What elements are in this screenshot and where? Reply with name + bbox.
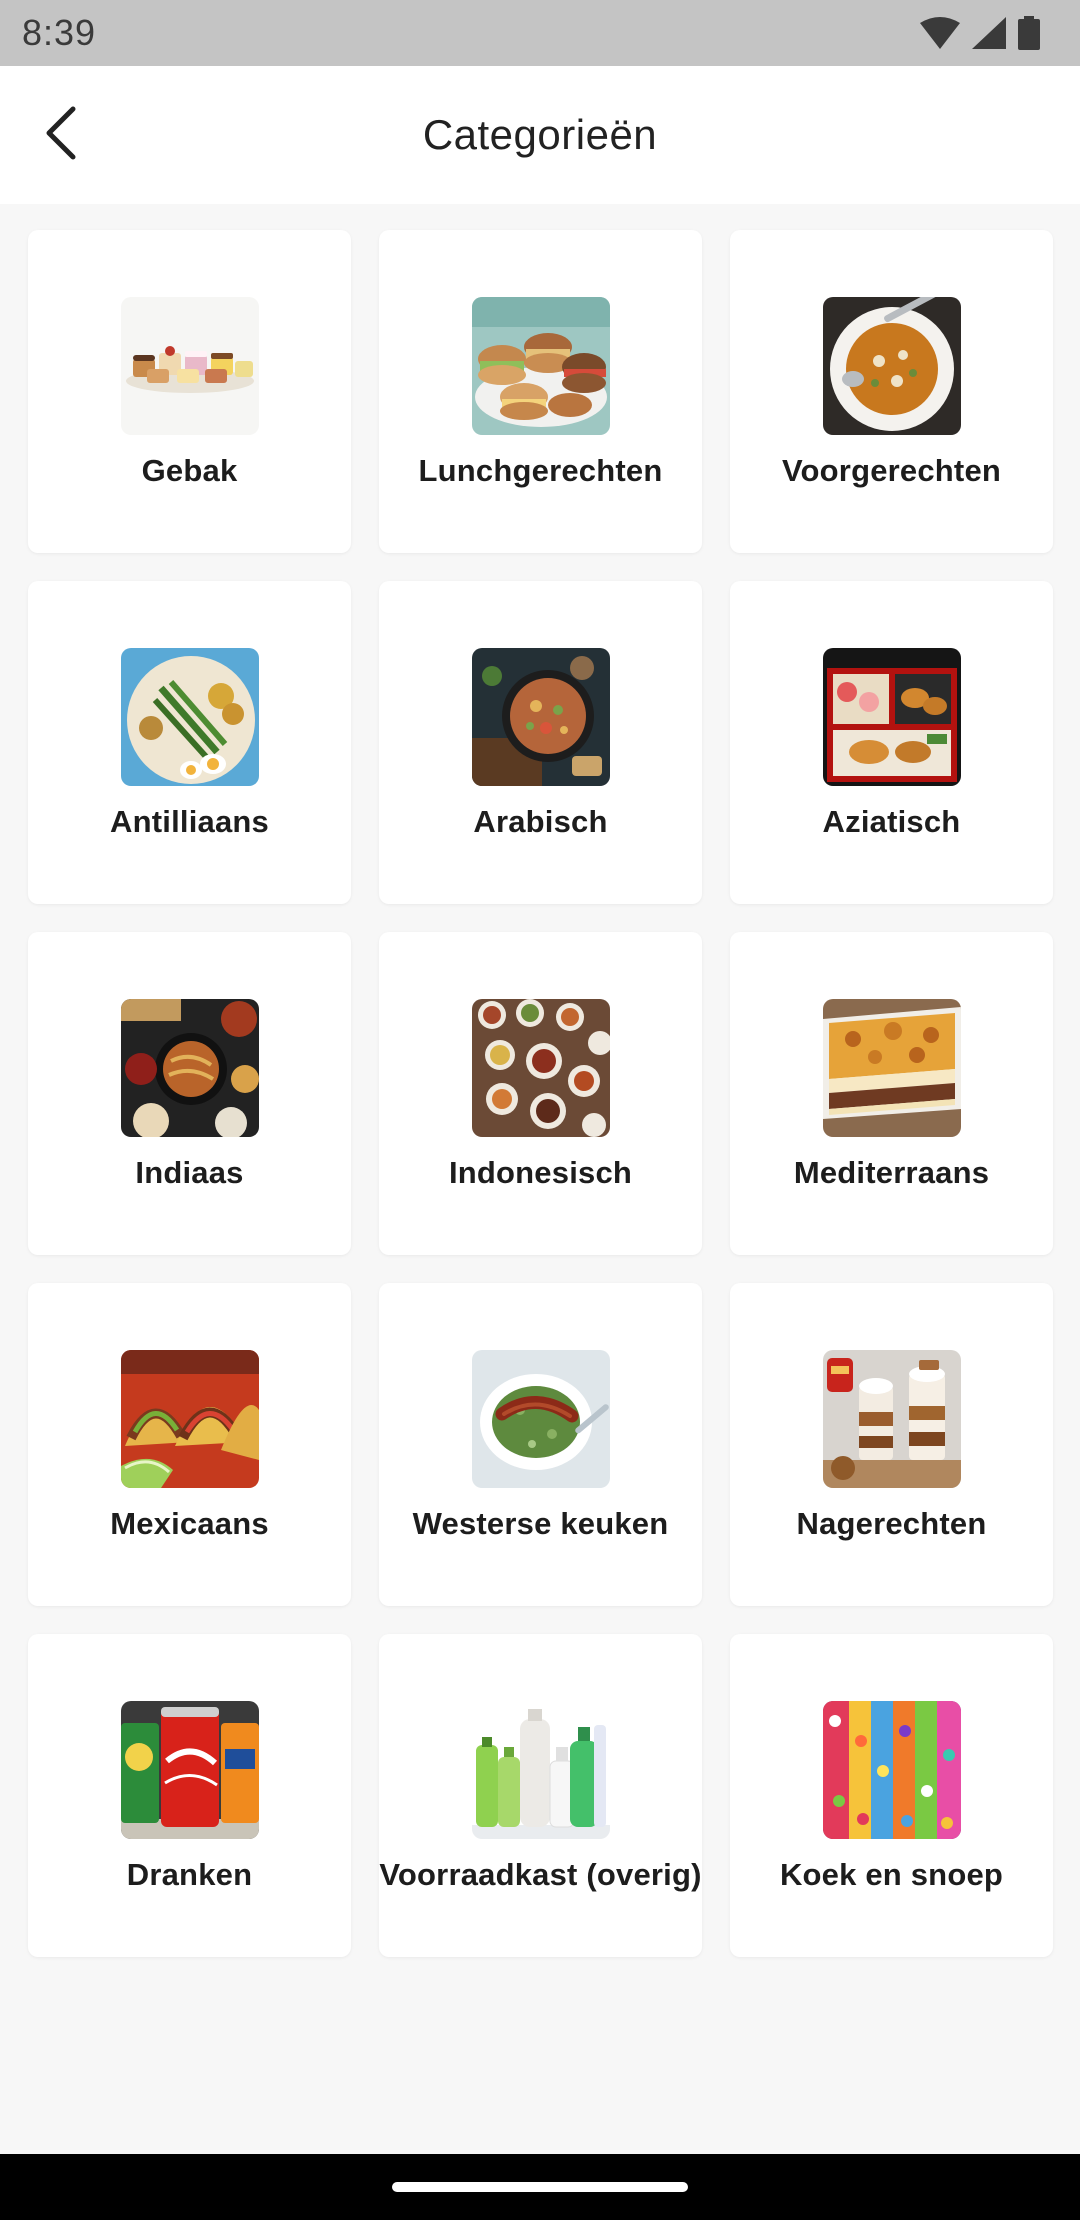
indian-dishes-photo	[120, 999, 259, 1137]
pantry-bottles-photo	[471, 1701, 610, 1839]
category-label: Arabisch	[473, 804, 608, 839]
category-card-aziatisch[interactable]: Aziatisch	[730, 581, 1053, 904]
category-card-arabisch[interactable]: Arabisch	[379, 581, 702, 904]
category-label: Dranken	[126, 1857, 253, 1892]
category-label: Voorraadkast (overig)	[379, 1857, 702, 1892]
category-card-antilliaans[interactable]: Antilliaans	[28, 581, 351, 904]
category-label: Westerse keuken	[412, 1506, 669, 1541]
system-navigation-bar	[0, 2154, 1080, 2220]
category-card-voorgerechten[interactable]: Voorgerechten	[730, 230, 1053, 553]
tacos-photo	[120, 1350, 259, 1488]
lunch-sandwiches-photo	[471, 297, 610, 435]
wifi-icon	[920, 17, 960, 49]
category-card-lunchgerechten[interactable]: Lunchgerechten	[379, 230, 702, 553]
arrow-back-icon	[41, 105, 81, 166]
category-card-koek-en-snoep[interactable]: Koek en snoep	[730, 1634, 1053, 1957]
status-bar: 8:39	[0, 0, 1080, 66]
category-grid: Gebak Lunchgerechten Voorgerechten Antil…	[28, 230, 1053, 1957]
category-label: Koek en snoep	[779, 1857, 1004, 1892]
dessert-glasses-photo	[822, 1350, 961, 1488]
pastry-photo	[120, 297, 259, 435]
category-label: Nagerechten	[796, 1506, 987, 1541]
battery-icon	[1018, 16, 1040, 50]
category-label: Indonesisch	[448, 1155, 633, 1190]
category-label: Voorgerechten	[781, 453, 1002, 488]
cellular-signal-icon	[972, 17, 1006, 49]
candy-photo	[822, 1701, 961, 1839]
category-card-mediterraans[interactable]: Mediterraans	[730, 932, 1053, 1255]
category-label: Gebak	[141, 453, 238, 488]
antillean-dish-photo	[120, 648, 259, 786]
arabic-dish-photo	[471, 648, 610, 786]
home-indicator[interactable]	[392, 2182, 688, 2192]
category-label: Lunchgerechten	[418, 453, 663, 488]
indonesian-rijsttafel-photo	[471, 999, 610, 1137]
asian-bento-photo	[822, 648, 961, 786]
category-card-indiaas[interactable]: Indiaas	[28, 932, 351, 1255]
page-title: Categorieën	[422, 111, 658, 158]
app-bar: Categorieën	[0, 66, 1080, 204]
category-label: Mediterraans	[793, 1155, 990, 1190]
soda-cans-photo	[120, 1701, 259, 1839]
category-label: Mexicaans	[110, 1506, 269, 1541]
category-card-mexicaans[interactable]: Mexicaans	[28, 1283, 351, 1606]
category-label: Aziatisch	[822, 804, 961, 839]
category-card-nagerechten[interactable]: Nagerechten	[730, 1283, 1053, 1606]
category-card-westerse-keuken[interactable]: Westerse keuken	[379, 1283, 702, 1606]
moussaka-photo	[822, 999, 961, 1137]
category-label: Antilliaans	[110, 804, 269, 839]
soup-photo	[822, 297, 961, 435]
category-card-gebak[interactable]: Gebak	[28, 230, 351, 553]
status-time: 8:39	[22, 12, 97, 53]
category-label: Indiaas	[135, 1155, 244, 1190]
status-icons	[920, 16, 1040, 50]
back-button[interactable]	[26, 100, 96, 170]
category-card-dranken[interactable]: Dranken	[28, 1634, 351, 1957]
stamppot-sausage-photo	[471, 1350, 610, 1488]
category-card-indonesisch[interactable]: Indonesisch	[379, 932, 702, 1255]
category-card-voorraadkast-overig[interactable]: Voorraadkast (overig)	[379, 1634, 702, 1957]
